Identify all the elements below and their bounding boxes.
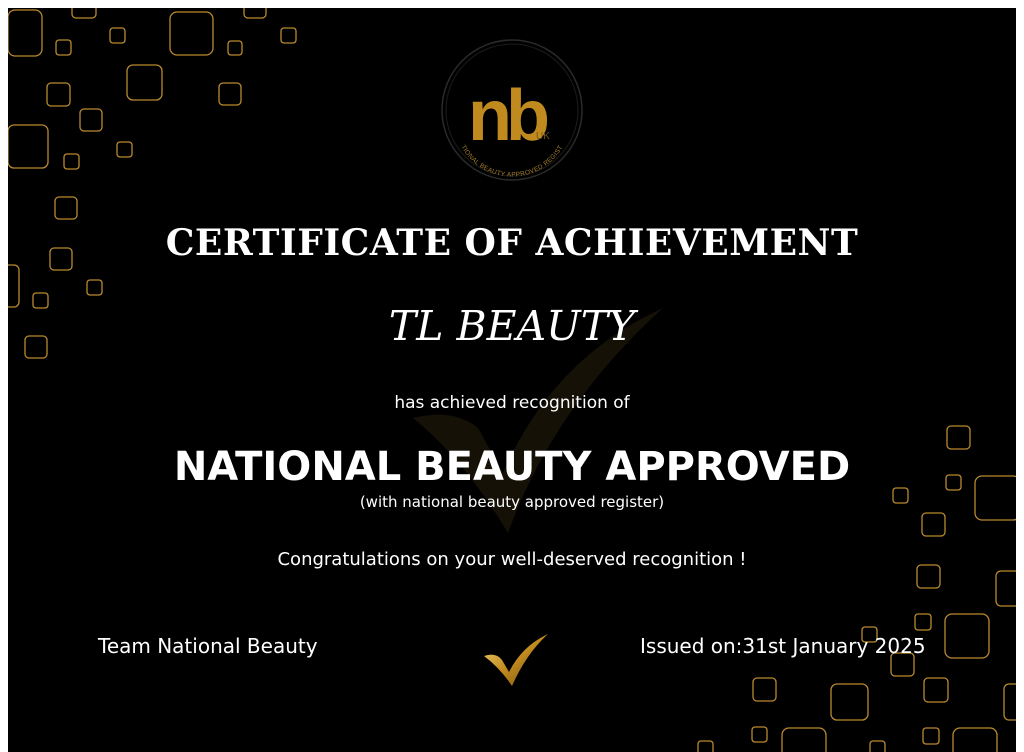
recipient-name: TL BEAUTY [388, 302, 636, 350]
logo-suffix: UK [536, 131, 550, 142]
recognition-line: has achieved recognition of [394, 393, 630, 413]
award-title: NATIONAL BEAUTY APPROVED [173, 444, 851, 490]
issued-date: Issued on:31st January 2025 [640, 634, 926, 658]
nba-logo-icon: nb UK NATIONAL BEAUTY APPROVED REGISTER [440, 38, 583, 181]
logo-letters: nb [468, 76, 548, 156]
congratulations-text: Congratulations on your well-deserved re… [277, 549, 747, 570]
gold-checkmark-icon [484, 634, 548, 686]
certificate: nb UK NATIONAL BEAUTY APPROVED REGISTER … [8, 8, 1016, 752]
certificate-title: CERTIFICATE OF ACHIEVEMENT [165, 222, 859, 264]
signature-text: Team National Beauty [98, 634, 318, 658]
award-subtitle: (with national beauty approved register) [359, 493, 665, 511]
